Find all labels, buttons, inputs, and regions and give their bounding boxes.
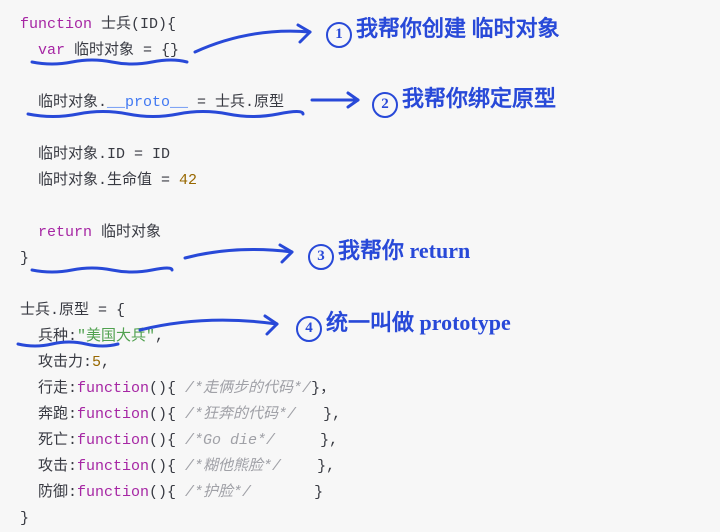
note-2: 2我帮你绑定原型 [372, 88, 556, 116]
t: 士兵.原型 = { [20, 302, 125, 319]
t: 临时对象 [92, 224, 161, 241]
kw-fn: function [77, 484, 149, 501]
t: }， [311, 380, 335, 397]
t: } [20, 250, 29, 267]
t: 临时对象.生命值 = [20, 172, 179, 189]
t: 士兵(ID){ [92, 16, 176, 33]
note-4: 4统一叫做 prototype [296, 312, 511, 340]
t: 行走: [20, 380, 77, 397]
num: 42 [179, 172, 197, 189]
kw-var: var [20, 42, 65, 59]
t: 临时对象 = {} [65, 42, 179, 59]
t: (){ [149, 432, 185, 449]
cm: /*狂奔的代码*/ [185, 406, 296, 423]
t: }, [281, 458, 335, 475]
t: (){ [149, 484, 185, 501]
t: 奔跑: [20, 406, 77, 423]
note-1-num: 1 [326, 22, 352, 48]
note-1: 1我帮你创建 临时对象 [326, 18, 560, 46]
note-2-num: 2 [372, 92, 398, 118]
t: 攻击力: [20, 354, 92, 371]
t: 兵种: [20, 328, 77, 345]
code-block: function 士兵(ID){ var 临时对象 = {} 临时对象.__pr… [20, 12, 341, 532]
cm: /*走俩步的代码*/ [185, 380, 311, 397]
note-2-text: 我帮你绑定原型 [402, 86, 556, 111]
t: , [101, 354, 110, 371]
t: 临时对象.ID = ID [20, 146, 170, 163]
t: (){ [149, 380, 185, 397]
kw-fn: function [77, 380, 149, 397]
kw-fn: function [77, 432, 149, 449]
cm: /*糊他熊脸*/ [185, 458, 281, 475]
t: } [251, 484, 323, 501]
t: } [20, 510, 29, 527]
t: }, [296, 406, 341, 423]
note-3-num: 3 [308, 244, 334, 270]
kw-return: return [20, 224, 92, 241]
t: = 士兵.原型 [188, 94, 284, 111]
t: 临时对象. [20, 94, 107, 111]
proto: __proto__ [107, 94, 188, 111]
t: (){ [149, 458, 185, 475]
kw-fn: function [77, 458, 149, 475]
t: , [155, 328, 164, 345]
t: }, [275, 432, 338, 449]
note-4-text: 统一叫做 prototype [326, 310, 511, 335]
cm: /*护脸*/ [185, 484, 251, 501]
str: "美国大兵" [77, 328, 155, 345]
note-1-text: 我帮你创建 临时对象 [356, 16, 560, 41]
note-3: 3我帮你 return [308, 240, 470, 268]
t: 防御: [20, 484, 77, 501]
t: (){ [149, 406, 185, 423]
cm: /*Go die*/ [185, 432, 275, 449]
note-3-text: 我帮你 return [338, 238, 470, 263]
kw-fn: function [77, 406, 149, 423]
t: 死亡: [20, 432, 77, 449]
kw-function: function [20, 16, 92, 33]
note-4-num: 4 [296, 316, 322, 342]
num: 5 [92, 354, 101, 371]
t: 攻击: [20, 458, 77, 475]
